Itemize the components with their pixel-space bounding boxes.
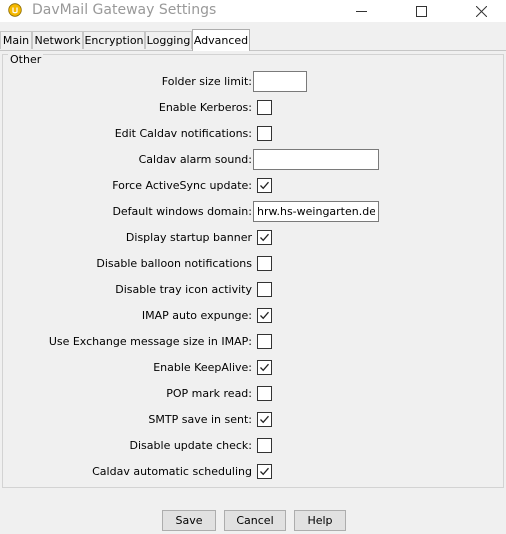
setting-row-force-activesync-update: Force ActiveSync update: [0, 175, 506, 197]
force-activesync-update-checkbox[interactable] [257, 178, 272, 193]
maximize-button[interactable] [398, 0, 444, 22]
close-icon [475, 5, 487, 17]
tab-main[interactable]: Main [0, 31, 32, 49]
panel-legend: Other [8, 53, 44, 66]
setting-label: SMTP save in sent: [148, 413, 252, 426]
minimize-button[interactable] [338, 0, 384, 22]
setting-row-disable-tray-icon-activity: Disable tray icon activity [0, 279, 506, 301]
disable-update-check-checkbox[interactable] [257, 438, 272, 453]
save-button[interactable]: Save [162, 510, 216, 531]
default-windows-domain-input[interactable] [253, 201, 379, 222]
checkmark-icon [260, 311, 269, 320]
setting-row-smtp-save-in-sent: SMTP save in sent: [0, 409, 506, 431]
setting-row-default-windows-domain: Default windows domain: [0, 201, 506, 223]
setting-label: Disable balloon notifications [96, 257, 252, 270]
window-title: DavMail Gateway Settings [32, 2, 217, 18]
checkmark-icon [260, 467, 269, 476]
setting-row-disable-update-check: Disable update check: [0, 435, 506, 457]
setting-label: Edit Caldav notifications: [114, 127, 252, 140]
disable-balloon-notifications-checkbox[interactable] [257, 256, 272, 271]
setting-row-edit-caldav-notifications: Edit Caldav notifications: [0, 123, 506, 145]
setting-row-pop-mark-read: POP mark read: [0, 383, 506, 405]
caldav-automatic-scheduling-checkbox[interactable] [257, 464, 272, 479]
caldav-alarm-sound-input[interactable] [253, 149, 379, 170]
setting-label: IMAP auto expunge: [141, 309, 252, 322]
use-exchange-message-size-in-imap-checkbox[interactable] [257, 334, 272, 349]
setting-row-caldav-automatic-scheduling: Caldav automatic scheduling [0, 461, 506, 483]
minimize-icon [355, 6, 367, 17]
tab-encryption[interactable]: Encryption [83, 31, 145, 49]
davmail-app-icon [8, 3, 22, 17]
setting-row-disable-balloon-notifications: Disable balloon notifications [0, 253, 506, 275]
maximize-icon [415, 5, 427, 17]
tab-bar: Main Network Encryption Logging Advanced [0, 29, 506, 51]
setting-row-use-exchange-message-size-in-imap: Use Exchange message size in IMAP: [0, 331, 506, 353]
disable-tray-icon-activity-checkbox[interactable] [257, 282, 272, 297]
setting-row-imap-auto-expunge: IMAP auto expunge: [0, 305, 506, 327]
setting-label: Use Exchange message size in IMAP: [48, 335, 252, 348]
setting-label: Disable tray icon activity [115, 283, 252, 296]
title-bar: DavMail Gateway Settings [0, 0, 506, 22]
setting-label: Caldav alarm sound: [138, 153, 252, 166]
setting-label: Display startup banner [125, 231, 252, 244]
checkmark-icon [260, 415, 269, 424]
setting-row-folder-size-limit: Folder size limit: [0, 71, 506, 93]
tab-logging[interactable]: Logging [145, 31, 192, 49]
folder-size-limit-input[interactable] [253, 71, 307, 92]
enable-kerberos-checkbox[interactable] [257, 100, 272, 115]
setting-label: Enable Kerberos: [158, 101, 252, 114]
cancel-button[interactable]: Cancel [224, 510, 286, 531]
tab-advanced[interactable]: Advanced [192, 29, 250, 51]
tab-network[interactable]: Network [32, 31, 83, 49]
close-button[interactable] [458, 0, 504, 22]
setting-row-enable-keepalive: Enable KeepAlive: [0, 357, 506, 379]
setting-label: Force ActiveSync update: [112, 179, 252, 192]
setting-label: POP mark read: [166, 387, 252, 400]
imap-auto-expunge-checkbox[interactable] [257, 308, 272, 323]
setting-label: Default windows domain: [112, 205, 252, 218]
display-startup-banner-checkbox[interactable] [257, 230, 272, 245]
setting-row-enable-kerberos: Enable Kerberos: [0, 97, 506, 119]
enable-keepalive-checkbox[interactable] [257, 360, 272, 375]
setting-row-display-startup-banner: Display startup banner [0, 227, 506, 249]
setting-label: Enable KeepAlive: [153, 361, 252, 374]
checkmark-icon [260, 363, 269, 372]
smtp-save-in-sent-checkbox[interactable] [257, 412, 272, 427]
checkmark-icon [260, 181, 269, 190]
checkmark-icon [260, 233, 269, 242]
setting-row-caldav-alarm-sound: Caldav alarm sound: [0, 149, 506, 171]
tab-divider [0, 50, 506, 51]
setting-label: Disable update check: [129, 439, 252, 452]
setting-label: Caldav automatic scheduling [92, 465, 252, 478]
setting-label: Folder size limit: [161, 75, 252, 88]
pop-mark-read-checkbox[interactable] [257, 386, 272, 401]
help-button[interactable]: Help [294, 510, 346, 531]
edit-caldav-notifications-checkbox[interactable] [257, 126, 272, 141]
